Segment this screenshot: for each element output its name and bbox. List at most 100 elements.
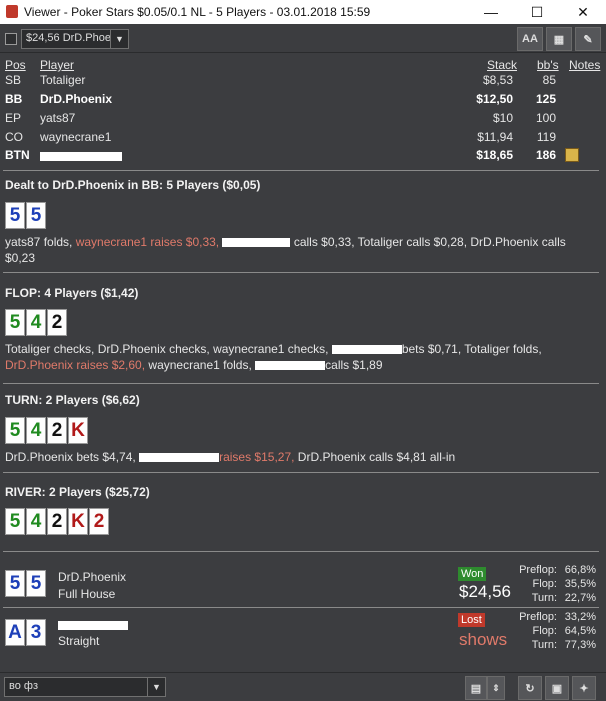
- card: 2: [47, 417, 67, 444]
- stat-label: Flop:: [532, 625, 557, 637]
- won-amount: $24,56: [459, 582, 511, 601]
- header-notes[interactable]: Notes: [569, 58, 600, 72]
- action-text: yats87 folds,: [5, 235, 76, 249]
- player-bbs: 85: [542, 73, 556, 87]
- river-cards: 5 4 2 K 2: [5, 508, 109, 535]
- card: 5: [5, 417, 25, 444]
- header-pos[interactable]: Pos: [5, 58, 26, 72]
- player-row[interactable]: BTN $18,65 186: [0, 148, 606, 166]
- player-name: waynecrane1: [40, 130, 112, 144]
- player-bbs: 100: [535, 111, 556, 125]
- close-button[interactable]: ✕: [560, 0, 606, 24]
- hand-select-dropdown[interactable]: $24,56 DrD.Phoenix ▼: [21, 29, 129, 49]
- card: 5: [26, 570, 46, 597]
- river-heading: RIVER: 2 Players ($25,72): [5, 485, 150, 499]
- action-text: DrD.Phoenix bets $4,74,: [5, 450, 140, 464]
- shows-label: shows: [459, 630, 508, 649]
- card: 4: [26, 417, 46, 444]
- showdown-cards: 5 5: [5, 570, 46, 597]
- chevron-down-icon[interactable]: ▼: [110, 30, 128, 48]
- maximize-button[interactable]: ☐: [514, 0, 560, 24]
- redacted-name: [58, 621, 128, 630]
- action-text: $0,23: [5, 251, 36, 265]
- select-checkbox[interactable]: [5, 33, 17, 45]
- bottom-select-value: во фз: [9, 680, 38, 692]
- player-pos: BTN: [5, 148, 30, 162]
- player-bbs: 186: [535, 148, 556, 162]
- stat-value: 35,5%: [564, 578, 596, 590]
- grid-icon[interactable]: ▦: [546, 27, 572, 51]
- bottom-select[interactable]: во фз ▼: [4, 677, 166, 697]
- card: 5: [5, 570, 25, 597]
- player-bbs: 119: [536, 130, 556, 144]
- clipboard-icon[interactable]: ▤: [465, 676, 487, 700]
- showdown-hand-rank: Full House: [58, 587, 116, 601]
- player-pos: EP: [5, 111, 22, 125]
- divider: [3, 607, 599, 608]
- stat-label: Flop:: [532, 578, 557, 590]
- updown-spinner[interactable]: ⇕: [487, 676, 505, 700]
- title-bar: Viewer - Poker Stars $0.05/0.1 NL - 5 Pl…: [0, 0, 606, 24]
- twitter-icon[interactable]: ✦: [572, 676, 596, 700]
- stat-label: Turn:: [531, 592, 557, 604]
- divider: [3, 551, 599, 552]
- player-pos: BB: [5, 92, 23, 106]
- player-row[interactable]: CO waynecrane1 $11,94 119: [0, 130, 606, 148]
- preflop-actions: yats87 folds, waynecrane1 raises $0,33, …: [5, 234, 601, 266]
- redacted-name: [222, 238, 291, 248]
- redacted-name: [331, 345, 402, 355]
- showdown-player-name: DrD.Phoenix: [58, 570, 127, 584]
- stat-value: 64,5%: [564, 625, 596, 637]
- player-name: Totaliger: [40, 73, 86, 87]
- header-stack[interactable]: Stack: [487, 58, 517, 72]
- action-text: waynecrane1 folds,: [145, 358, 256, 372]
- hand-select-value: $24,56 DrD.Phoenix: [26, 32, 110, 44]
- flop-cards: 5 4 2: [5, 309, 67, 336]
- refresh-icon[interactable]: ↻: [518, 676, 542, 700]
- turn-actions: DrD.Phoenix bets $4,74, raises $15,27, D…: [5, 449, 601, 465]
- preflop-heading: Dealt to DrD.Phoenix in BB: 5 Players ($…: [5, 178, 261, 192]
- won-badge: Won: [458, 567, 487, 581]
- player-row[interactable]: SB Totaliger $8,53 85: [0, 73, 606, 91]
- player-stack: $12,50: [476, 92, 513, 106]
- player-name: yats87: [40, 111, 76, 125]
- stat-label: Preflop:: [519, 564, 557, 576]
- action-text: DrD.Phoenix calls $4,81 all-in: [294, 450, 456, 464]
- showdown-hand-rank: Straight: [58, 634, 100, 648]
- header-player[interactable]: Player: [40, 58, 74, 72]
- player-pos: CO: [5, 130, 23, 144]
- preflop-cards: 5 5: [5, 202, 46, 229]
- font-size-button[interactable]: AA: [517, 27, 543, 51]
- header-bbs[interactable]: bb's: [537, 58, 559, 72]
- lost-badge: Lost: [458, 613, 485, 627]
- player-name: DrD.Phoenix: [40, 92, 113, 106]
- divider: [3, 272, 599, 273]
- card: 5: [5, 202, 25, 229]
- edit-icon[interactable]: ✎: [575, 27, 601, 51]
- raise-text: DrD.Phoenix raises $2,60,: [5, 358, 146, 372]
- player-row[interactable]: BB DrD.Phoenix $12,50 125: [0, 92, 606, 110]
- player-stack: $8,53: [482, 73, 513, 87]
- chevron-down-icon[interactable]: ▼: [147, 678, 165, 696]
- flop-heading: FLOP: 4 Players ($1,42): [5, 286, 139, 300]
- card: 2: [47, 508, 67, 535]
- window-title: Viewer - Poker Stars $0.05/0.1 NL - 5 Pl…: [24, 5, 371, 19]
- minimize-button[interactable]: —: [468, 0, 514, 24]
- action-text: calls $1,89: [325, 358, 383, 372]
- stat-value: 22,7%: [564, 592, 596, 604]
- raise-text: raises $15,27,: [219, 450, 295, 464]
- card: K: [68, 417, 88, 444]
- note-icon[interactable]: [565, 148, 579, 162]
- card: 5: [26, 202, 46, 229]
- action-text: bets $0,71, Totaliger folds,: [401, 342, 542, 356]
- raise-text: waynecrane1 raises $0,33,: [75, 235, 220, 249]
- redacted-name: [255, 361, 326, 371]
- stat-label: Preflop:: [519, 611, 557, 623]
- divider: [3, 383, 599, 384]
- save-icon[interactable]: ▣: [545, 676, 569, 700]
- player-row[interactable]: EP yats87 $10 100: [0, 111, 606, 129]
- player-stack: $10: [492, 111, 513, 125]
- showdown-cards: A 3: [5, 619, 46, 646]
- redacted-name: [139, 453, 220, 463]
- card: 4: [26, 508, 46, 535]
